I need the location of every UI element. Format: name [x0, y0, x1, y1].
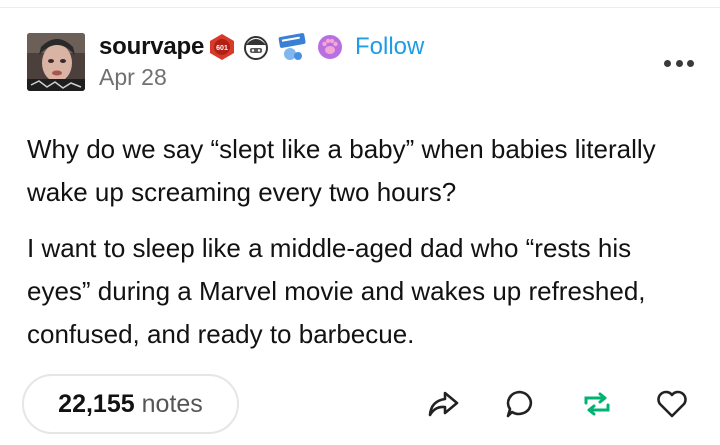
- reblog-icon[interactable]: [579, 386, 615, 422]
- follow-button[interactable]: Follow: [355, 33, 424, 61]
- notes-label: notes: [141, 389, 203, 418]
- avatar[interactable]: [27, 33, 85, 91]
- reply-icon[interactable]: [502, 386, 538, 422]
- post-paragraph: Why do we say “slept like a baby” when b…: [27, 134, 656, 207]
- notes-count: 22,155: [58, 389, 135, 418]
- robot-cap-badge-icon[interactable]: [242, 33, 270, 66]
- more-options-icon[interactable]: [664, 58, 694, 68]
- post-date[interactable]: Apr 28: [99, 64, 167, 91]
- post-body: Why do we say “slept like a baby” when b…: [27, 128, 697, 369]
- badge-number: 601: [216, 45, 228, 52]
- username[interactable]: sourvape: [99, 33, 204, 61]
- blue-sign-badge-icon[interactable]: [276, 32, 310, 67]
- notes-button[interactable]: 22,155 notes: [22, 374, 239, 434]
- badge-group: 601: [208, 32, 344, 67]
- like-icon[interactable]: [654, 386, 690, 422]
- share-icon[interactable]: [425, 386, 461, 422]
- red-hexagon-badge-icon[interactable]: 601: [208, 33, 236, 66]
- top-divider: [0, 7, 720, 8]
- post-paragraph: I want to sleep like a middle-aged dad w…: [27, 233, 646, 349]
- purple-paw-badge-icon[interactable]: [316, 33, 344, 66]
